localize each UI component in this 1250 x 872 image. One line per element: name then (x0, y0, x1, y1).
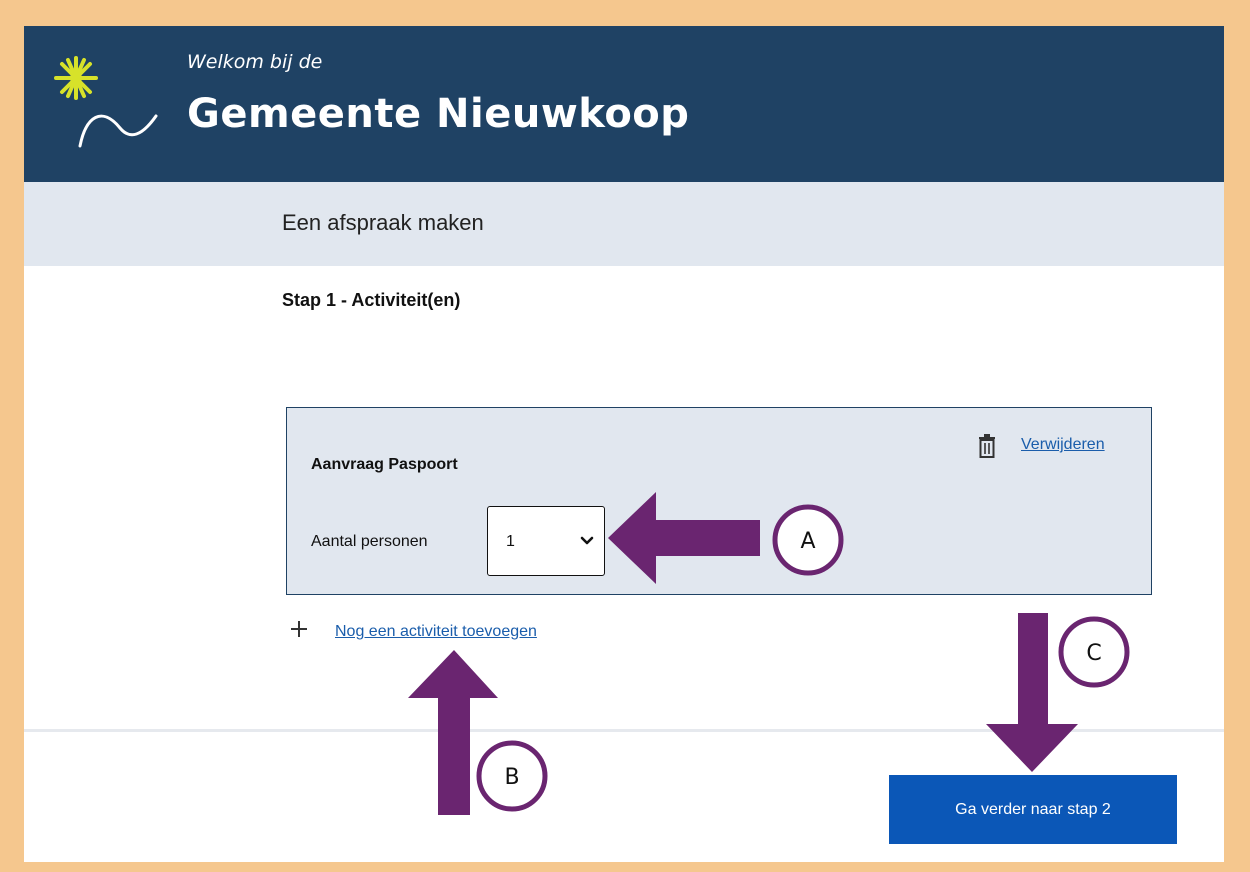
page-title: Een afspraak maken (282, 210, 484, 235)
next-step-button[interactable]: Ga verder naar stap 2 (889, 775, 1177, 844)
step-title: Stap 1 - Activiteit(en) (282, 290, 461, 310)
site-title: Gemeente Nieuwkoop (187, 91, 690, 137)
chevron-down-icon (580, 536, 594, 545)
page-subbar: Een afspraak maken (24, 182, 1224, 266)
add-activity-link[interactable]: Nog een activiteit toevoegen (335, 623, 537, 641)
trash-icon[interactable] (977, 434, 997, 458)
plus-icon[interactable] (290, 620, 308, 638)
footer-divider (24, 729, 1224, 732)
welcome-text: Welkom bij de (187, 51, 323, 73)
activity-title: Aanvraag Paspoort (311, 456, 458, 473)
persons-select[interactable]: 1 (487, 506, 605, 576)
activity-card: Aanvraag Paspoort Verwijderen Aantal per… (286, 407, 1152, 595)
page-frame: Welkom bij de Gemeente Nieuwkoop Een afs… (24, 26, 1224, 862)
sun-swoosh-logo-icon (54, 56, 158, 148)
persons-label: Aantal personen (311, 533, 428, 550)
site-header: Welkom bij de Gemeente Nieuwkoop (24, 26, 1224, 182)
delete-activity-link[interactable]: Verwijderen (1021, 436, 1105, 454)
persons-select-value: 1 (506, 533, 515, 550)
